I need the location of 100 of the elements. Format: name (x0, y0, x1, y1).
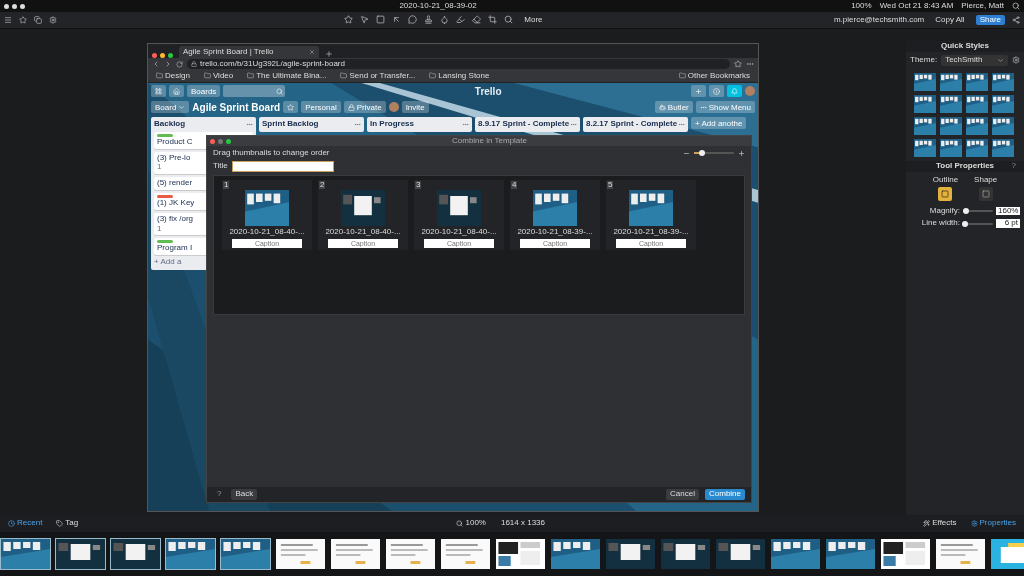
rectangle-icon[interactable] (376, 15, 386, 25)
option-label: Outline (932, 175, 959, 185)
tray-thumbnail[interactable] (605, 538, 656, 570)
tray-thumbnail[interactable] (550, 538, 601, 570)
close-icon[interactable] (309, 49, 315, 55)
account-email: m.pierce@techsmith.com (833, 15, 925, 25)
tray-thumbnail[interactable] (385, 538, 436, 570)
address-bar[interactable]: trello.com/b/31Ug392L/agile-sprint-board (187, 59, 730, 69)
style-preset[interactable] (992, 116, 1014, 135)
stamp-icon[interactable] (424, 15, 434, 25)
sidebar-icon[interactable] (4, 16, 12, 24)
folder-icon (340, 72, 348, 80)
forward-icon[interactable] (164, 60, 172, 68)
back-icon[interactable] (152, 60, 160, 68)
style-preset[interactable] (914, 116, 936, 135)
new-tab-icon[interactable] (325, 50, 333, 58)
style-preset[interactable] (940, 138, 962, 157)
style-preset[interactable] (914, 72, 936, 91)
style-preset[interactable] (992, 72, 1014, 91)
tray-thumbnail[interactable] (275, 538, 326, 570)
slider[interactable] (963, 222, 993, 225)
recent-button[interactable]: Recent (4, 518, 47, 529)
bookmark-icon[interactable] (734, 60, 742, 68)
bookmark[interactable]: The Ultimate Bina... (243, 70, 331, 82)
caret-icon (997, 56, 1004, 64)
style-preset[interactable] (940, 116, 962, 135)
folder-icon (156, 72, 163, 80)
settings-icon[interactable] (49, 16, 57, 24)
reload-icon[interactable] (176, 60, 183, 68)
bookmark[interactable]: Lansing Stone (425, 70, 494, 82)
arrow-icon[interactable] (392, 15, 402, 25)
style-button[interactable] (938, 186, 953, 201)
tray-thumbnail[interactable] (110, 538, 161, 570)
tag-button[interactable]: Tag (52, 518, 83, 529)
user-name: Pierce, Matt (961, 1, 1004, 11)
tray-thumbnail[interactable] (660, 538, 711, 570)
more-button[interactable]: More (520, 14, 547, 26)
battery-level: 100% (851, 1, 872, 11)
tray-thumbnail[interactable] (165, 538, 216, 570)
pointer-icon[interactable] (360, 15, 370, 25)
tray-thumbnail[interactable] (935, 538, 986, 570)
document-title: 2020-10-21_08-39-02 (399, 1, 477, 11)
favorite-icon[interactable] (19, 16, 27, 24)
share-button[interactable]: Share (975, 14, 1005, 26)
style-preset[interactable] (966, 138, 988, 157)
star-icon[interactable] (344, 15, 354, 25)
tray-thumbnail[interactable] (770, 538, 821, 570)
tray-thumbnail[interactable] (55, 538, 106, 570)
style-preset[interactable] (966, 72, 988, 91)
highlighter-icon[interactable] (456, 15, 466, 25)
folder-icon (203, 72, 211, 80)
folder-icon (429, 72, 437, 80)
zoom-button[interactable]: 100% (452, 518, 490, 529)
settings-icon[interactable] (1012, 56, 1020, 65)
window-controls[interactable] (4, 3, 25, 9)
style-preset[interactable] (940, 72, 962, 91)
fill-icon[interactable] (440, 15, 450, 25)
bookmark[interactable]: Design (152, 70, 194, 82)
bookmark[interactable]: Video (199, 70, 238, 82)
value-field[interactable]: 6 pt (996, 219, 1020, 229)
help-button[interactable]: ? (1007, 160, 1020, 172)
effects-button[interactable]: Effects (919, 518, 961, 529)
library-icon[interactable] (34, 16, 42, 24)
clock: Wed Oct 21 8:43 AM (879, 1, 954, 11)
share-icon[interactable] (1012, 16, 1020, 24)
image-size-button[interactable]: 1614 x 1336 (496, 518, 549, 529)
copy-all-button[interactable]: Copy All (931, 14, 969, 26)
magnify-icon[interactable] (504, 15, 514, 25)
style-preset[interactable] (966, 116, 988, 135)
slider-label: Magnify: (929, 206, 960, 216)
browser-tab[interactable]: Agile Sprint Board | Trello (179, 46, 319, 58)
extensions-icon[interactable] (746, 60, 754, 68)
value-field[interactable]: 160% (996, 206, 1020, 216)
properties-button[interactable]: Properties (966, 518, 1020, 529)
tray-thumbnail[interactable] (880, 538, 931, 570)
tray-thumbnail[interactable] (0, 538, 51, 570)
tray-thumbnail[interactable] (715, 538, 766, 570)
tray-thumbnail[interactable] (330, 538, 381, 570)
style-preset[interactable] (940, 94, 962, 113)
wand-icon (923, 520, 931, 527)
crop-icon[interactable] (488, 15, 498, 25)
style-preset[interactable] (992, 94, 1014, 113)
style-preset[interactable] (914, 138, 936, 157)
style-preset[interactable] (992, 138, 1014, 157)
theme-dropdown[interactable]: TechSmith (941, 55, 1008, 66)
window-controls[interactable] (152, 53, 173, 58)
eraser-icon[interactable] (472, 15, 482, 25)
style-preset[interactable] (966, 94, 988, 113)
search-icon[interactable] (1012, 2, 1020, 10)
other-bookmarks[interactable]: Other Bookmarks (674, 70, 754, 82)
style-preset[interactable] (914, 94, 936, 113)
clock-icon (8, 520, 15, 527)
tray-thumbnail[interactable] (825, 538, 876, 570)
tray-thumbnail[interactable] (495, 538, 546, 570)
option-label: Shape (974, 175, 998, 185)
bookmark[interactable]: Send or Transfer... (336, 70, 420, 82)
tray-thumbnail[interactable] (220, 538, 271, 570)
theme-label: Theme: (910, 56, 938, 65)
callout-icon[interactable] (408, 15, 418, 25)
tray-thumbnail[interactable] (440, 538, 491, 570)
